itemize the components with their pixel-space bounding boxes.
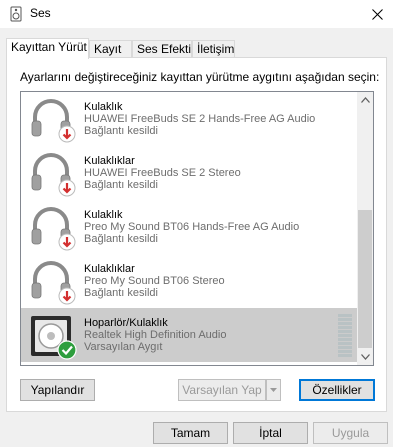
instruction-text: Ayarlarını değiştireceğiniz kayıttan yür… [20, 70, 380, 84]
headphones-icon [31, 99, 76, 143]
set-default-dropdown[interactable] [266, 379, 281, 401]
apply-button[interactable]: Uygula [313, 422, 388, 444]
device-status: Bağlantı kesildi [84, 287, 158, 299]
device-description: Preo My Sound BT06 Stereo [84, 275, 225, 287]
device-status: Bağlantı kesildi [84, 125, 158, 137]
device-name: Kulaklıklar [84, 155, 135, 167]
list-item-device[interactable]: Kulaklıklar Preo My Sound BT06 Stereo Ba… [21, 254, 358, 308]
ok-button[interactable]: Tamam [153, 422, 228, 444]
device-status: Varsayılan Aygıt [84, 341, 163, 353]
list-item-device[interactable]: Kulaklık Preo My Sound BT06 Hands-Free A… [21, 200, 358, 254]
cancel-button[interactable]: İptal [233, 422, 308, 444]
scroll-up-button[interactable] [357, 92, 373, 108]
tab-panel: Ayarlarını değiştireceğiniz kayıttan yür… [6, 57, 387, 412]
close-icon [371, 8, 383, 20]
window-title: Ses [30, 6, 51, 20]
chevron-down-icon [360, 354, 370, 360]
tab-communications[interactable]: İletişim [192, 40, 235, 58]
device-name: Kulaklık [84, 101, 123, 113]
device-description: HUAWEI FreeBuds SE 2 Hands-Free AG Audio [84, 113, 316, 125]
list-item-device[interactable]: Kulaklıklar HUAWEI FreeBuds SE 2 Stereo … [21, 146, 358, 200]
speaker-icon [31, 316, 77, 360]
headphones-icon [31, 261, 76, 305]
volume-level-meter [338, 314, 352, 358]
device-status: Bağlantı kesildi [84, 233, 158, 245]
device-description: Realtek High Definition Audio [84, 329, 227, 341]
list-item-device-selected[interactable]: Hoparlör/Kulaklık Realtek High Definitio… [21, 308, 358, 362]
device-name: Kulaklıklar [84, 263, 135, 275]
device-status: Bağlantı kesildi [84, 179, 158, 191]
list-item-device[interactable]: Kulaklık HUAWEI FreeBuds SE 2 Hands-Free… [21, 92, 358, 146]
device-list[interactable]: Kulaklık HUAWEI FreeBuds SE 2 Hands-Free… [20, 91, 374, 366]
scroll-down-button[interactable] [357, 349, 373, 365]
properties-button[interactable]: Özellikler [299, 379, 375, 401]
chevron-down-icon [270, 388, 277, 392]
headphones-icon [31, 153, 76, 197]
tab-recording[interactable]: Kayıt [89, 40, 132, 58]
configure-button[interactable]: Yapılandır [20, 379, 95, 401]
headphones-icon [31, 207, 76, 251]
chevron-up-icon [360, 97, 370, 103]
device-name: Kulaklık [84, 209, 123, 221]
set-default-button[interactable]: Varsayılan Yap [178, 379, 266, 401]
speaker-app-icon [10, 6, 22, 22]
tab-playback[interactable]: Kayıttan Yürüt [6, 38, 89, 59]
close-button[interactable] [361, 0, 393, 28]
title-bar: Ses [0, 0, 393, 28]
device-name: Hoparlör/Kulaklık [84, 317, 168, 329]
scroll-thumb[interactable] [358, 210, 372, 348]
device-description: Preo My Sound BT06 Hands-Free AG Audio [84, 221, 300, 233]
device-list-content: Kulaklık HUAWEI FreeBuds SE 2 Hands-Free… [21, 92, 358, 362]
tab-sound-effects[interactable]: Ses Efekti [132, 40, 192, 58]
device-description: HUAWEI FreeBuds SE 2 Stereo [84, 167, 241, 179]
vertical-scrollbar[interactable] [357, 92, 373, 365]
sound-dialog: Ses Kayıttan Yürüt Kayıt Ses Efekti İlet… [0, 0, 393, 447]
